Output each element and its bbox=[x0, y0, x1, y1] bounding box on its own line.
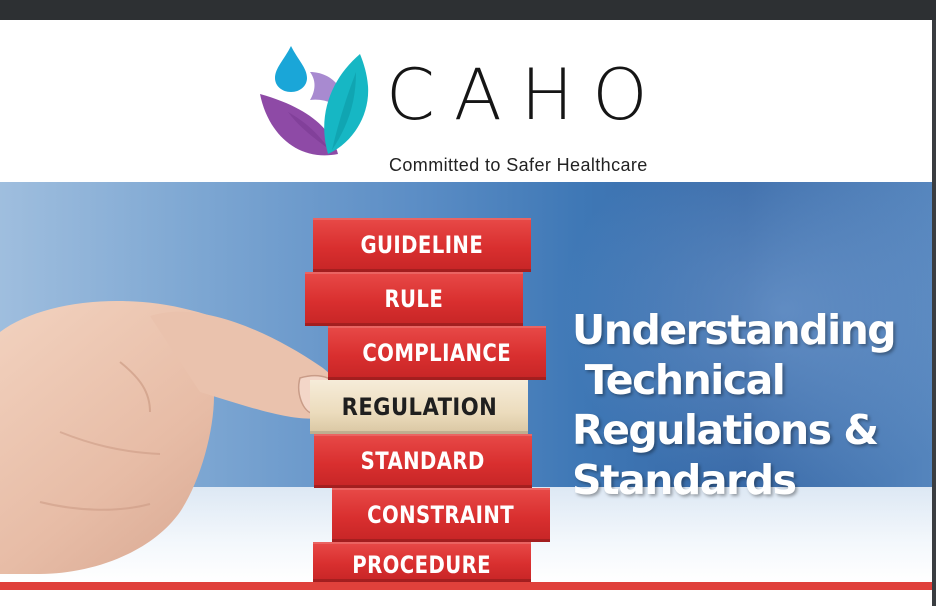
block-compliance: COMPLIANCE bbox=[328, 326, 546, 380]
hero-banner: GUIDELINE RULE COMPLIANCE REGULATION STA… bbox=[0, 182, 932, 582]
block-standard: STANDARD bbox=[314, 434, 532, 488]
caho-leaf-drop-icon bbox=[260, 46, 369, 156]
block-guideline: GUIDELINE bbox=[313, 218, 531, 272]
viewer-scroll-strip[interactable] bbox=[932, 20, 936, 606]
block-label: COMPLIANCE bbox=[362, 339, 512, 367]
banner-title-line: Regulations & bbox=[572, 406, 879, 454]
block-label: CONSTRAINT bbox=[367, 501, 515, 529]
viewer-top-bar bbox=[0, 0, 936, 20]
brand-name: CAHO bbox=[386, 54, 667, 136]
accent-rule bbox=[0, 582, 932, 590]
banner-title-line: Understanding bbox=[572, 306, 897, 354]
block-label: GUIDELINE bbox=[360, 231, 484, 259]
banner-title: Understanding Technical Regulations & St… bbox=[572, 305, 912, 505]
block-regulation: REGULATION bbox=[310, 380, 528, 434]
block-rule: RULE bbox=[305, 272, 523, 326]
brand-tagline: Committed to Safer Healthcare bbox=[389, 155, 648, 175]
page-body-start bbox=[0, 590, 932, 606]
block-label: RULE bbox=[384, 285, 444, 313]
banner-title-line: Standards bbox=[572, 456, 797, 504]
caho-logo: CAHO Committed to Safer Healthcare bbox=[258, 42, 678, 182]
block-constraint: CONSTRAINT bbox=[332, 488, 550, 542]
block-procedure: PROCEDURE bbox=[313, 542, 531, 582]
block-label: REGULATION bbox=[341, 393, 497, 421]
block-label: STANDARD bbox=[360, 447, 486, 475]
document-page: CAHO Committed to Safer Healthcare GUIDE… bbox=[0, 20, 932, 606]
block-label: PROCEDURE bbox=[352, 551, 492, 579]
banner-title-line: Technical bbox=[572, 356, 786, 404]
